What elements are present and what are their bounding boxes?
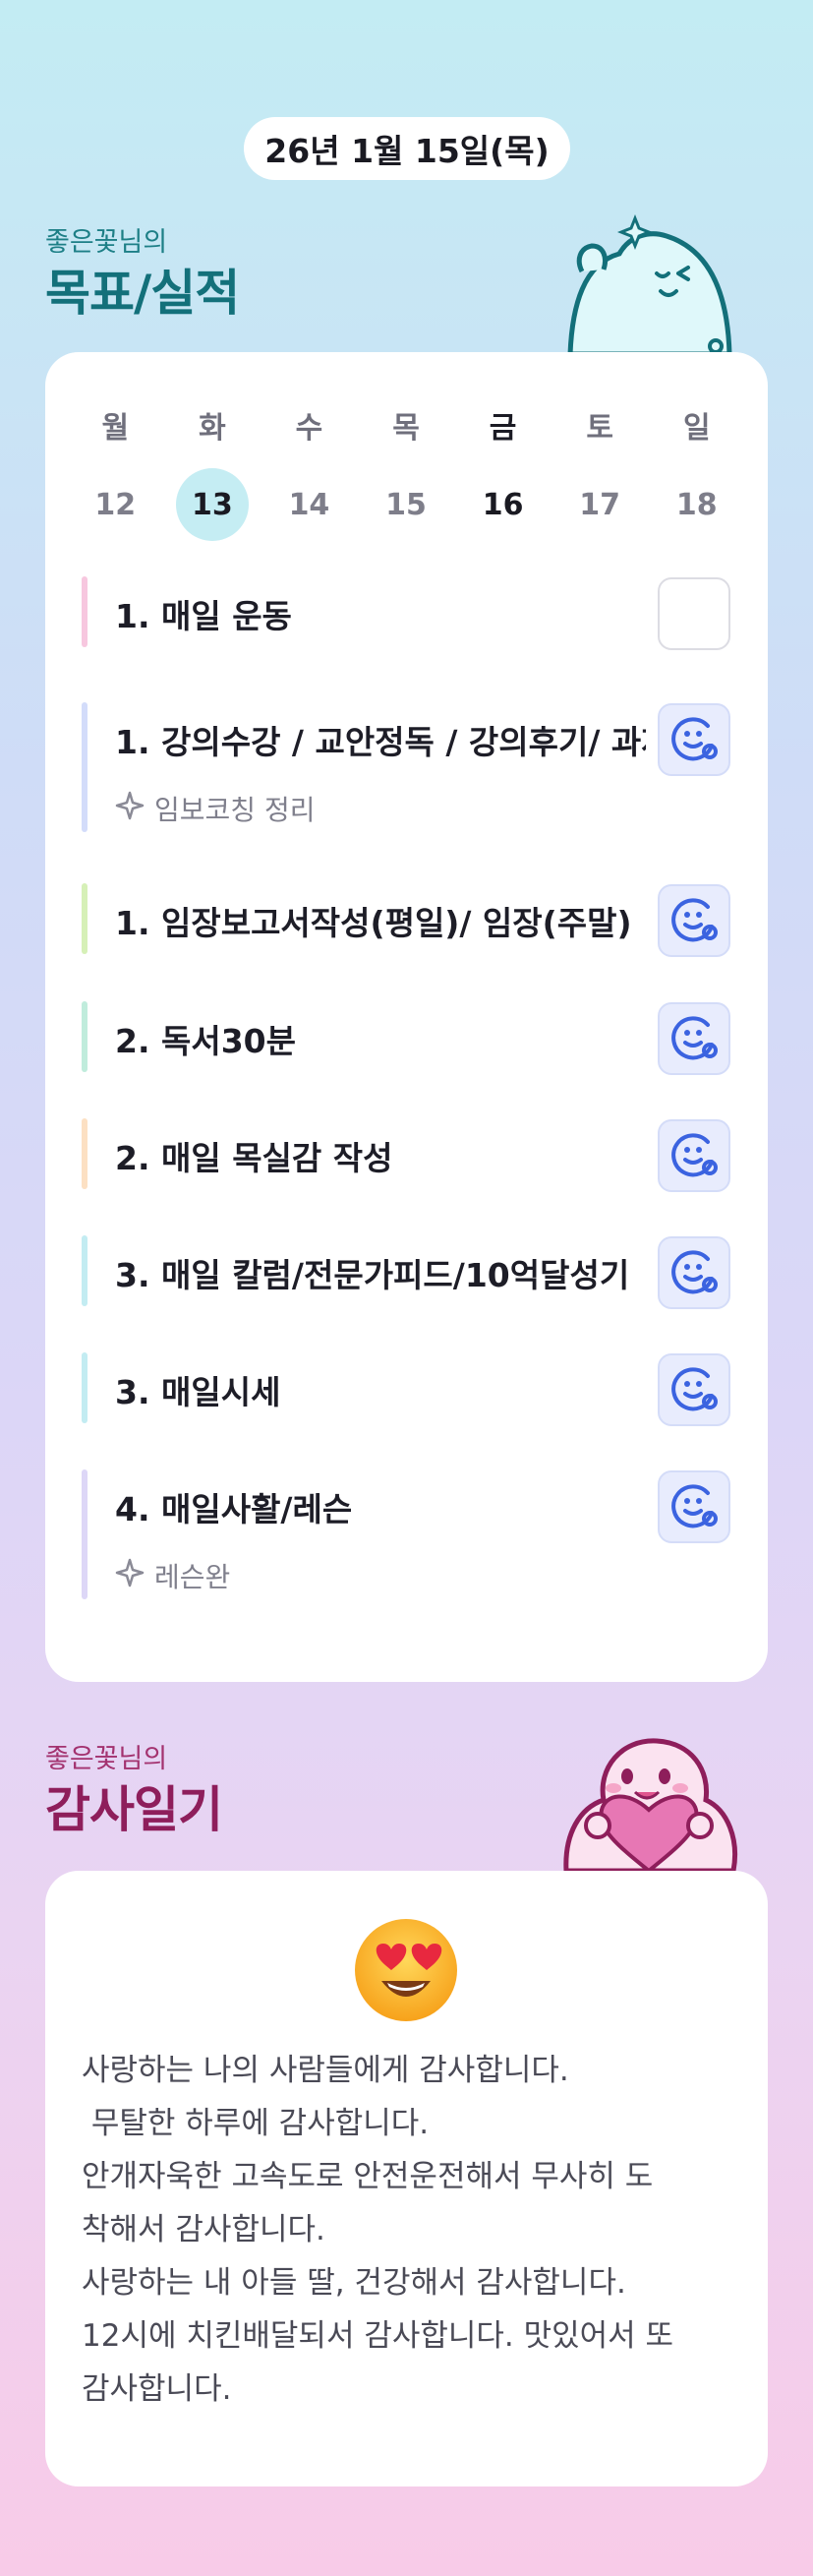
goal-reaction-button[interactable] — [658, 1002, 730, 1075]
goal-label: 3. 매일 칼럼/전문가피드/10억달성기 — [115, 1256, 630, 1294]
goal-item[interactable]: 2. 매일 목실감 작성 — [82, 1118, 730, 1192]
goal-item[interactable]: 2. 독서30분 — [82, 1001, 730, 1075]
date-pill[interactable]: 26년 1월 15일(목) — [244, 117, 570, 180]
smile-face-icon — [668, 1128, 720, 1183]
goal-reaction-button[interactable] — [658, 1119, 730, 1192]
goal-label: 4. 매일사활/레슨 — [115, 1490, 353, 1528]
goal-color-bar — [82, 1469, 87, 1599]
smile-face-icon — [668, 1362, 720, 1417]
goal-color-bar — [82, 702, 87, 832]
thanks-title: 감사일기 — [45, 1781, 223, 1838]
goal-color-bar — [82, 1001, 87, 1072]
day-12[interactable]: 12 — [67, 468, 164, 541]
heart-mascot-icon — [563, 1738, 738, 1871]
goal-note-text: 레슨완 — [154, 1561, 231, 1593]
goal-color-bar — [82, 883, 87, 954]
sparkle-icon — [115, 791, 145, 827]
day-row: 12 13 14 15 16 17 18 — [67, 468, 745, 541]
weekday-tue: 화 — [199, 411, 226, 446]
goal-color-bar — [82, 1118, 87, 1189]
goal-item[interactable]: 4. 매일사활/레슨레슨완 — [82, 1469, 730, 1599]
goal-note-text: 임보코칭 정리 — [154, 794, 316, 826]
goal-checkbox[interactable] — [658, 577, 730, 650]
date-label: 26년 1월 15일(목) — [264, 132, 550, 170]
diary-text: 사랑하는 나의 사람들에게 감사합니다. 무탈한 하루에 감사합니다. 안개자욱… — [82, 2053, 674, 2407]
goal-reaction-button[interactable] — [658, 1236, 730, 1309]
day-18[interactable]: 18 — [648, 468, 745, 541]
goal-label: 2. 매일 목실감 작성 — [115, 1139, 393, 1177]
day-number: 15 — [385, 487, 427, 522]
diary-card: 사랑하는 나의 사람들에게 감사합니다. 무탈한 하루에 감사합니다. 안개자욱… — [45, 1871, 768, 2486]
goal-color-bar — [82, 1235, 87, 1306]
day-number: 17 — [579, 487, 621, 522]
day-number: 18 — [675, 487, 718, 522]
goal-label: 3. 매일시세 — [115, 1373, 281, 1411]
day-number: 13 — [175, 468, 249, 541]
heart-eyes-emoji-icon — [355, 1919, 457, 2021]
weekday-sat: 토 — [586, 411, 613, 446]
day-number: 12 — [94, 487, 137, 522]
goal-note: 임보코칭 정리 — [115, 789, 315, 828]
weekday-row: 월 화 수 목 금 토 일 — [67, 403, 745, 447]
goal-reaction-button[interactable] — [658, 1353, 730, 1426]
day-number: 14 — [288, 487, 330, 522]
weekday-wed: 수 — [295, 411, 323, 446]
day-number: 16 — [482, 487, 524, 522]
smile-face-icon — [668, 1479, 720, 1534]
goal-label: 1. 임장보고서작성(평일)/ 임장(주말) — [115, 904, 632, 942]
weekday-sun: 일 — [682, 411, 711, 446]
goal-reaction-button[interactable] — [658, 703, 730, 776]
day-16[interactable]: 16 — [454, 468, 552, 541]
sparkle-icon — [115, 1558, 145, 1594]
goals-title: 목표/실적 — [45, 265, 240, 322]
goal-item[interactable]: 3. 매일시세 — [82, 1352, 730, 1426]
goal-item[interactable]: 1. 강의수강 / 교안정독 / 강의후기/ 과제임보코칭 정리 — [82, 702, 730, 832]
goal-color-bar — [82, 1352, 87, 1423]
smile-face-icon — [668, 1011, 720, 1066]
day-15[interactable]: 15 — [358, 468, 455, 541]
goal-reaction-button[interactable] — [658, 884, 730, 957]
goal-color-bar — [82, 576, 87, 647]
waving-mascot-icon — [567, 214, 732, 354]
goal-item[interactable]: 1. 매일 운동 — [82, 576, 730, 650]
goal-label: 1. 매일 운동 — [115, 597, 292, 635]
smile-face-icon — [668, 712, 720, 767]
day-13[interactable]: 13 — [164, 468, 261, 541]
goal-note: 레슨완 — [115, 1556, 230, 1595]
smile-face-icon — [668, 893, 720, 948]
weekday-thu: 목 — [392, 411, 420, 446]
day-14[interactable]: 14 — [261, 468, 358, 541]
goal-label: 1. 강의수강 / 교안정독 / 강의후기/ 과제 — [115, 723, 646, 761]
smile-face-icon — [668, 1245, 720, 1300]
goal-item[interactable]: 3. 매일 칼럼/전문가피드/10억달성기 — [82, 1235, 730, 1309]
goal-reaction-button[interactable] — [658, 1470, 730, 1543]
weekday-mon: 월 — [101, 411, 130, 446]
goal-label: 2. 독서30분 — [115, 1022, 296, 1060]
goals-card: 월 화 수 목 금 토 일 12 13 14 15 16 17 18 1. 매일… — [45, 352, 768, 1682]
day-17[interactable]: 17 — [552, 468, 649, 541]
weekday-fri: 금 — [489, 411, 517, 446]
goal-item[interactable]: 1. 임장보고서작성(평일)/ 임장(주말) — [82, 883, 730, 957]
